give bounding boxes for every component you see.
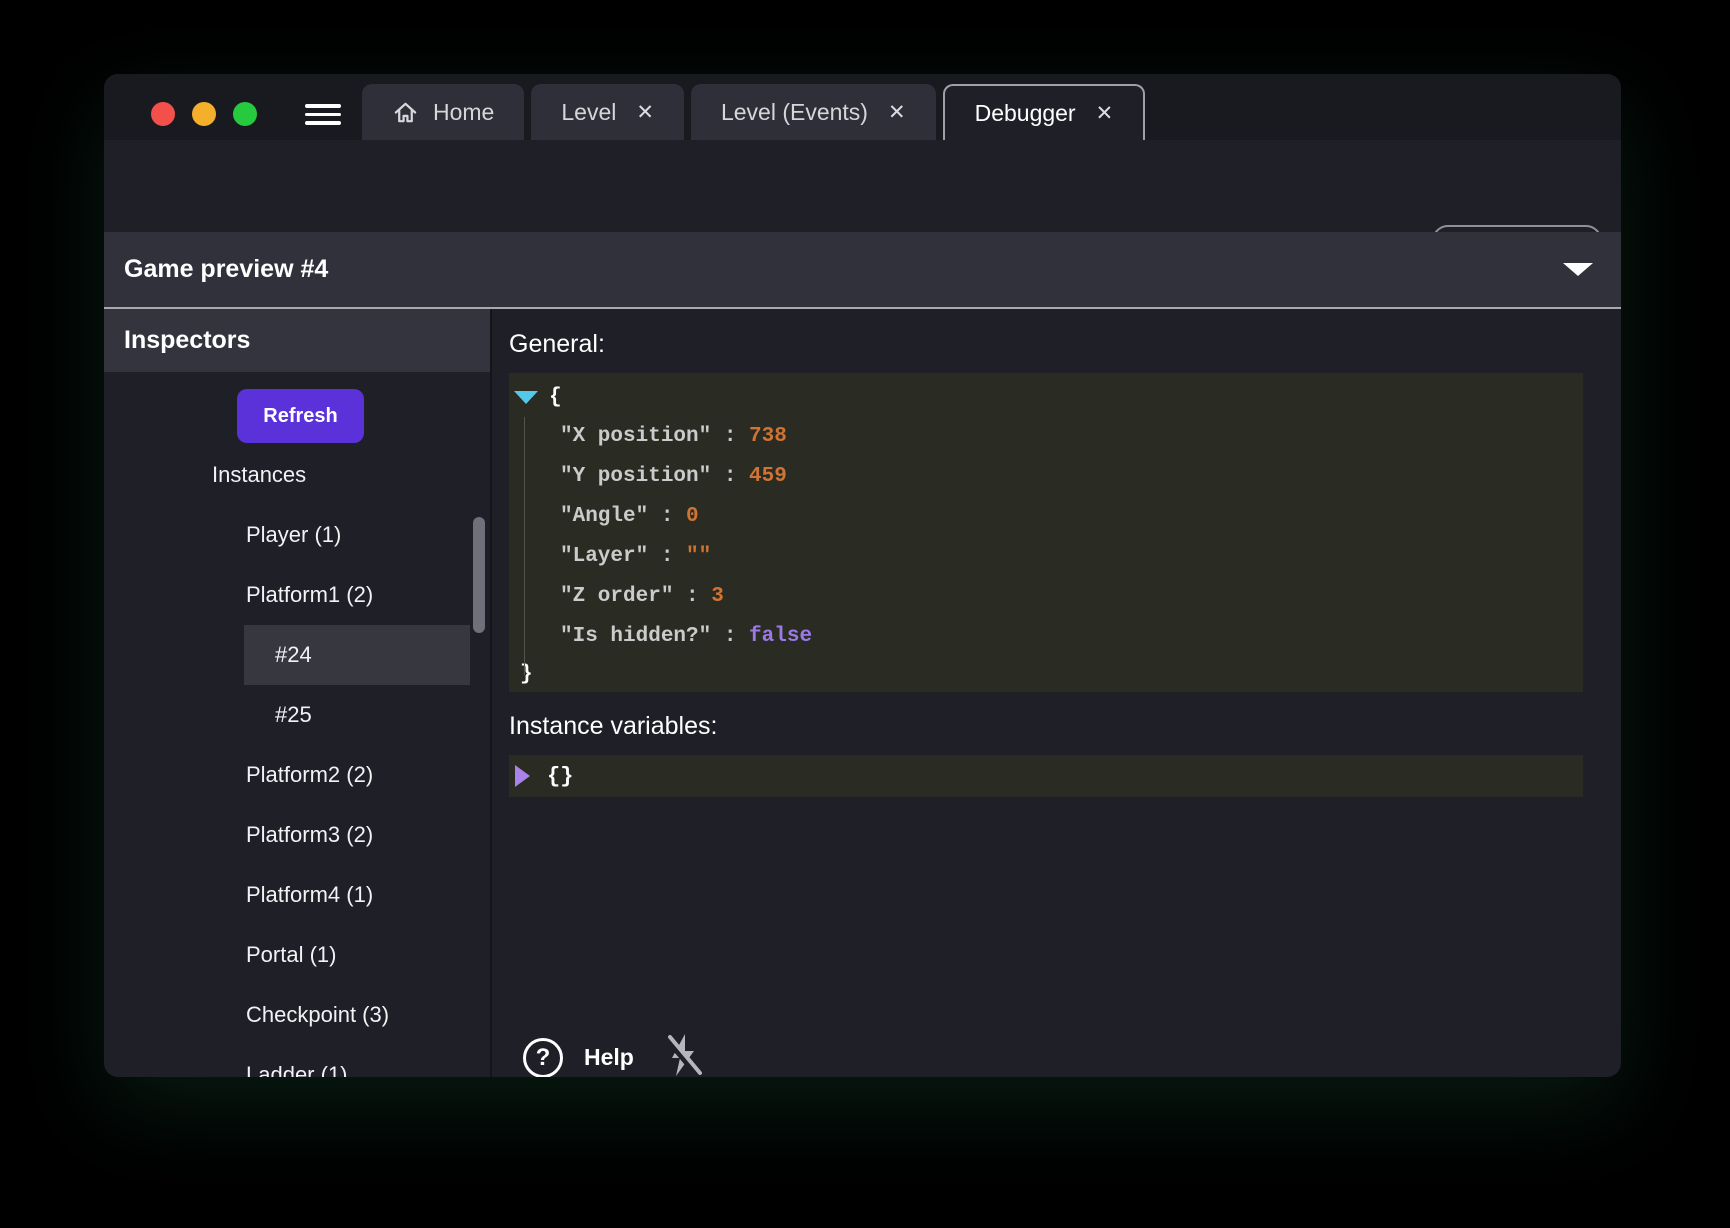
tab-label: Level — [561, 99, 616, 126]
instance-variables-value: {} — [547, 764, 573, 789]
property-row: "Layer" : "" — [509, 536, 1583, 576]
flash-off-icon[interactable] — [664, 1032, 702, 1077]
minimize-window-button[interactable] — [192, 102, 216, 126]
open-brace: { — [549, 386, 562, 409]
properties-list: "X position" : 738"Y position" : 459"Ang… — [509, 416, 1583, 656]
property-value: 3 — [711, 585, 724, 608]
property-row: "Z order" : 3 — [509, 576, 1583, 616]
inspectors-header: Inspectors — [104, 309, 490, 372]
titlebar: Home Level ✕ Level (Events) ✕ Debugger ✕ — [104, 74, 1621, 140]
help-icon[interactable]: ? — [523, 1038, 563, 1078]
instance-item[interactable]: Ladder (1) — [244, 1045, 470, 1077]
tab-label: Home — [433, 99, 494, 126]
json-indent-guide — [524, 417, 525, 675]
instances-list: Player (1)Platform1 (2)#24#25Platform2 (… — [104, 505, 490, 1077]
inspector-main-panel: General: { "X position" : 738"Y position… — [492, 309, 1621, 1077]
close-tab-icon[interactable]: ✕ — [1096, 101, 1114, 126]
close-tab-icon[interactable]: ✕ — [888, 100, 906, 125]
debugger-toolbar: Pause — [104, 140, 1621, 232]
property-key: "Angle" — [560, 505, 648, 528]
property-row: "Is hidden?" : false — [509, 616, 1583, 656]
tab-level[interactable]: Level ✕ — [531, 84, 684, 140]
key-value-separator: : — [673, 585, 711, 608]
key-value-separator: : — [711, 425, 749, 448]
close-window-button[interactable] — [151, 102, 175, 126]
property-row: "Y position" : 459 — [509, 456, 1583, 496]
json-close-row: } — [509, 656, 1583, 692]
help-label[interactable]: Help — [584, 1044, 634, 1071]
property-key: "X position" — [560, 425, 711, 448]
instances-root-label[interactable]: Instances — [212, 462, 306, 488]
key-value-separator: : — [711, 625, 749, 648]
game-preview-header[interactable]: Game preview #4 — [104, 232, 1621, 307]
instance-item[interactable]: #24 — [244, 625, 470, 685]
instance-item[interactable]: Player (1) — [244, 505, 470, 565]
instance-item[interactable]: Checkpoint (3) — [244, 985, 470, 1045]
menu-hamburger-icon[interactable] — [305, 104, 341, 125]
instance-item[interactable]: Platform4 (1) — [244, 865, 470, 925]
instance-item[interactable]: Portal (1) — [244, 925, 470, 985]
instance-item[interactable]: Platform3 (2) — [244, 805, 470, 865]
app-window: Home Level ✕ Level (Events) ✕ Debugger ✕ — [104, 74, 1621, 1077]
property-row: "X position" : 738 — [509, 416, 1583, 456]
sidebar-scrollbar-thumb[interactable] — [473, 517, 485, 633]
inspectors-sidebar: Inspectors Refresh Instances Player (1)P… — [104, 309, 490, 1077]
general-section-label: General: — [509, 330, 605, 359]
property-row: "Angle" : 0 — [509, 496, 1583, 536]
tab-debugger[interactable]: Debugger ✕ — [943, 84, 1146, 140]
tab-bar: Home Level ✕ Level (Events) ✕ Debugger ✕ — [362, 84, 1145, 140]
inspectors-title: Inspectors — [124, 326, 250, 355]
property-value: 459 — [749, 465, 787, 488]
json-open-row: { — [509, 378, 1583, 416]
property-key: "Layer" — [560, 545, 648, 568]
key-value-separator: : — [648, 545, 686, 568]
tab-home[interactable]: Home — [362, 84, 524, 140]
tab-label: Debugger — [975, 100, 1076, 127]
instance-item[interactable]: Platform1 (2) — [244, 565, 470, 625]
property-key: "Is hidden?" — [560, 625, 711, 648]
zoom-window-button[interactable] — [233, 102, 257, 126]
key-value-separator: : — [648, 505, 686, 528]
key-value-separator: : — [711, 465, 749, 488]
property-value: 0 — [686, 505, 699, 528]
preview-dropdown-chevron-icon[interactable] — [1563, 263, 1593, 276]
home-icon — [392, 99, 419, 126]
property-value: "" — [686, 545, 711, 568]
window-controls — [151, 102, 257, 126]
game-preview-title: Game preview #4 — [124, 232, 328, 307]
help-row: ? Help — [523, 1032, 702, 1077]
property-value: false — [749, 625, 812, 648]
instance-item[interactable]: #25 — [244, 685, 470, 745]
property-key: "Z order" — [560, 585, 673, 608]
property-key: "Y position" — [560, 465, 711, 488]
tab-level-events[interactable]: Level (Events) ✕ — [691, 84, 936, 140]
instance-item[interactable]: Platform2 (2) — [244, 745, 470, 805]
instance-variables-panel: {} — [509, 755, 1583, 797]
property-value: 738 — [749, 425, 787, 448]
expand-expander-icon[interactable] — [515, 765, 530, 787]
tab-label: Level (Events) — [721, 99, 868, 126]
collapse-expander-icon[interactable] — [514, 391, 538, 404]
instance-variables-label: Instance variables: — [509, 712, 717, 741]
close-brace: } — [520, 663, 533, 686]
refresh-button[interactable]: Refresh — [237, 389, 364, 443]
close-tab-icon[interactable]: ✕ — [636, 100, 654, 125]
general-properties-panel: { "X position" : 738"Y position" : 459"A… — [509, 373, 1583, 692]
